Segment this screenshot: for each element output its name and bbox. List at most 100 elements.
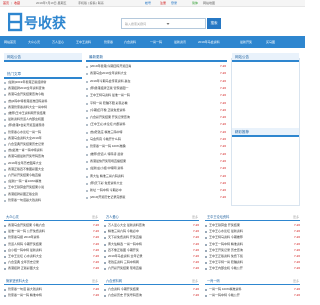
item-title[interactable]: 马会传真 今晚开什么码 (90, 137, 210, 142)
list-item[interactable]: 黄大仙精选 一肖一码中特 7-26 (104, 242, 199, 247)
home-link[interactable]: 首页 (3, 1, 9, 6)
list-item[interactable]: 最准一肖一码 公开免费资料 7-26 (4, 229, 99, 234)
list-item[interactable]: 六合资料 今期开奖结果 7-26 (104, 287, 199, 292)
item-title[interactable]: [最新]2019年香港正版挂牌新 (8, 80, 82, 85)
column-title[interactable]: 管家婆资料大全 (6, 278, 28, 284)
item-title[interactable]: 一肖一码中特 今晚公开 (209, 293, 288, 298)
list-item[interactable]: [推荐]王中王资料网开奖结果 (4, 111, 82, 116)
nav-item[interactable]: 万人爱心 (52, 36, 74, 48)
more-link[interactable]: 更多 (192, 214, 198, 220)
item-title[interactable]: 王中王正版资料 免费下载 (209, 254, 288, 259)
more-link[interactable]: 更多 (92, 214, 98, 220)
column-title[interactable]: 一肖一码 (207, 278, 220, 284)
list-item[interactable]: 王中王特马资料 今期推荐 7-26 (205, 235, 300, 240)
item-title[interactable]: 香港马会开奖结果 今晚六合 (8, 223, 87, 228)
column-title[interactable]: 六合资料网 (106, 278, 122, 284)
list-item[interactable]: 一肖一码中特 今晚公开 7-26 (205, 293, 300, 298)
list-item[interactable]: 黄大仙 精准三肖六码资料 7-26 (86, 174, 227, 179)
item-title[interactable]: 天下彩免费资料 开奖直播 (108, 235, 187, 240)
item-title[interactable]: 王中王心水论坛 最新资料 (209, 229, 288, 234)
list-item[interactable]: 最新资料曾道人内部玄机图 (4, 117, 82, 122)
item-title[interactable]: 六合彩开奖结果 开奖记录查询 (90, 115, 210, 120)
list-item[interactable]: [今期]四不像 正版免费资料 7-26 (86, 108, 227, 113)
item-title[interactable]: 管家婆马报 2019年资料 (8, 235, 87, 240)
item-title[interactable]: [最新]白小姐 中特网 资料 (90, 166, 210, 171)
item-title[interactable]: 六开彩开奖结果今晚直播 (8, 173, 82, 178)
list-item[interactable]: 管家婆一句话 赢大钱资料 7-26 (4, 287, 99, 292)
item-title[interactable]: 香港挂牌彩图正版全篇 (8, 192, 82, 197)
site-logo[interactable]: 号收获 (8, 11, 78, 33)
item-title[interactable]: [最新]一码一肖100%精准 (8, 179, 82, 184)
list-item[interactable]: 王中王心水论坛 最新资料 7-26 (205, 229, 300, 234)
item-title[interactable]: 管家婆一肖一码 100%准确 (90, 144, 210, 149)
list-item[interactable]: 六合彩开奖结果 开奖记录查询 7-26 (86, 115, 227, 120)
item-title[interactable]: 管家婆一肖一码 精准中特 (8, 293, 87, 298)
list-item[interactable]: 平特一肖 稳赚不赔 彩民必看 7-26 (86, 101, 227, 106)
list-item[interactable]: [王中王]心水论坛 内部资料 7-26 (86, 122, 227, 127)
sitemap-link[interactable]: 网站地图 (203, 1, 215, 6)
item-title[interactable]: [今期]四不像 正版免费资料 (90, 108, 210, 113)
nav-item[interactable]: 2019年马会资料 (198, 36, 238, 48)
list-item[interactable]: 王中王特马资料 最准一肖一码 7-26 (86, 93, 227, 98)
list-item[interactable]: [最新]白小姐 中特网 资料 7-26 (86, 166, 227, 171)
item-title[interactable]: 香港马会开奖结果查询今晚 (8, 92, 82, 97)
item-title[interactable]: 香港管家婆资料大全一肖中特 (8, 105, 82, 110)
item-title[interactable]: [荐]香港6合彩开奖直播现场 (8, 123, 82, 128)
nav-item[interactable]: 六合资料 (124, 36, 148, 48)
nav-item[interactable]: 最新资讯 (174, 36, 196, 48)
item-title[interactable]: 黄大仙精选 一肖一码中特 (108, 242, 187, 247)
list-item[interactable]: [热]4码中特香港最准四码资料 (4, 99, 82, 104)
nav-item[interactable]: 管家婆 (104, 36, 122, 48)
list-item[interactable]: [热]最准一肖一码中特资料 (4, 148, 82, 153)
search-box[interactable]: 输入搜索关键词 (121, 18, 206, 29)
list-item[interactable]: 管家婆心水论坛一肖一码 (4, 130, 82, 135)
more-link[interactable]: 更多 (92, 278, 98, 284)
list-item[interactable]: 管家婆一肖一码 100%准确 7-26 (86, 144, 227, 149)
list-item[interactable]: 白小姐一码中特 最新资料 7-26 (4, 248, 99, 253)
list-item[interactable]: 2019年全年历史图库大全 (4, 161, 82, 166)
column-title[interactable]: 万人爱心 (106, 214, 119, 220)
list-item[interactable]: 六合宝典 全年历史记录 7-26 (4, 260, 99, 265)
collect-link[interactable]: 收藏 (14, 1, 20, 6)
list-item[interactable]: 王中王内部玄机 今晚公开 7-26 (205, 266, 300, 271)
item-title[interactable]: 王中王平特一肖 稳赚资料 (209, 260, 288, 265)
item-title[interactable]: [2019]开奖历史记录完整版 (90, 195, 210, 200)
list-item[interactable]: [推荐]曾道人 特码诗 最新 7-26 (86, 152, 227, 157)
item-title[interactable]: 香港最快开奖现场直播结果 (90, 159, 210, 164)
more-link[interactable]: 更多 (293, 214, 299, 220)
item-title[interactable]: 2019年今期马会传真资料 赢在 (90, 79, 210, 84)
list-item[interactable]: 香港马会2019全年资料大全 7-26 (86, 71, 227, 76)
item-title[interactable]: 白小姐一码中特 最新资料 (8, 248, 87, 253)
chevron-down-icon[interactable] (166, 22, 170, 26)
list-item[interactable]: 老钱庄资料 三码中特网 7-26 (104, 260, 199, 265)
list-item[interactable]: 六合彩历史 开奖号码查询 7-26 (104, 293, 199, 298)
nav-item[interactable]: 买马图 (266, 36, 302, 48)
item-title[interactable]: 王中王论坛 心水资料大全 (8, 254, 87, 259)
list-item[interactable]: 香港马会开奖结果 今晚六合 7-26 (4, 223, 99, 228)
item-title[interactable]: [2019年香港]今期四码开奖四肖 (90, 64, 210, 69)
column-title[interactable]: 王中王论坛资料 (207, 214, 229, 220)
item-title[interactable]: 王中王铁算盘 开奖结果 (209, 223, 288, 228)
list-item[interactable]: 六开彩开奖结果今晚直播 (4, 173, 82, 178)
nav-item[interactable]: 一肖一码 (150, 36, 172, 48)
list-item[interactable]: [荐]香港挂牌正版 管家婆图一 7-26 (86, 86, 227, 91)
item-title[interactable]: 管家婆一句话 赢大钱资料 (8, 287, 87, 292)
item-title[interactable]: 香港马报最新开奖号码查询 (8, 154, 82, 159)
item-title[interactable]: 黄大仙 精准三肖六码资料 (90, 174, 210, 179)
item-title[interactable]: 六开彩开奖结果 现场直播 (108, 266, 187, 271)
list-item[interactable]: 香港挂牌 正版彩图大全 7-26 (4, 266, 99, 271)
register-link[interactable]: 注册 (160, 1, 166, 6)
list-item[interactable]: 管家婆一肖一码 精准中特 7-26 (4, 293, 99, 298)
item-title[interactable]: 四不像正版图 今期开奖 (108, 248, 187, 253)
item-title[interactable]: 六合彩历史 开奖号码查询 (108, 293, 187, 298)
list-item[interactable]: 王中王一码中特 精准资料 7-26 (205, 242, 300, 247)
list-item[interactable]: 管家婆马报 2019年资料 7-26 (4, 235, 99, 240)
list-item[interactable]: [最新]一码一肖100%精准 (4, 179, 82, 184)
list-item[interactable]: 香港正版四不像图彩图大全 (4, 167, 82, 172)
column-title[interactable]: 大众心灵 (6, 214, 19, 220)
item-title[interactable]: 最准一肖一码 公开免费资料 (8, 229, 87, 234)
item-title[interactable]: 王中王特马资料 今期推荐 (209, 235, 288, 240)
item-title[interactable]: [王中王]心水论坛 内部资料 (90, 122, 210, 127)
item-title[interactable]: [热]最准一肖一码中特资料 (8, 148, 82, 153)
item-title[interactable]: 王中王内部玄机 今晚公开 (209, 266, 288, 271)
